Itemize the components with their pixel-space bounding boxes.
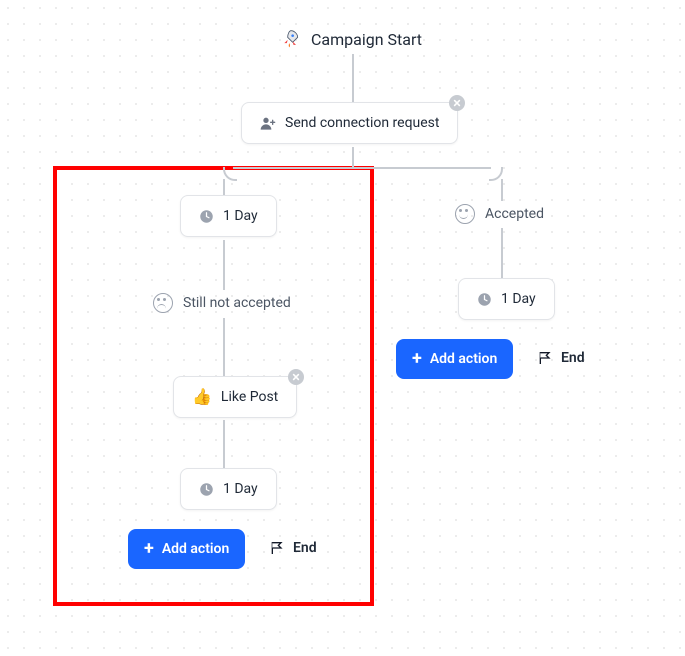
status-not-accepted-label: Still not accepted [183,295,291,311]
node-delay-left-2-label: 1 Day [223,481,258,497]
node-send-request-label: Send connection request [285,115,439,131]
connector [352,54,354,102]
node-delay-left-1-label: 1 Day [223,208,258,224]
connector [352,147,354,167]
flow-canvas: Campaign Start Send connection request 1… [0,0,685,656]
connector [223,318,225,376]
add-action-right-label: Add action [430,351,498,367]
status-accepted-label: Accepted [485,206,544,222]
status-accepted: Accepted [455,204,544,224]
rocket-icon [281,29,301,49]
add-action-left-label: Add action [162,541,230,557]
connector [223,240,225,290]
connector [233,167,491,169]
add-action-button-left[interactable]: + Add action [128,529,245,569]
node-like-post[interactable]: 👍 Like Post [173,376,297,418]
end-button-left[interactable]: End [269,540,317,556]
connector [501,228,503,278]
campaign-start-label: Campaign Start [311,30,422,49]
clock-icon [477,292,492,307]
node-send-request[interactable]: Send connection request [241,102,458,144]
clock-icon [199,482,214,497]
end-right-label: End [561,350,585,366]
plus-icon: + [144,542,154,556]
node-delay-left-2[interactable]: 1 Day [180,468,277,510]
end-button-right[interactable]: End [537,350,585,366]
thumbs-up-icon: 👍 [192,389,212,405]
smile-icon [455,204,475,224]
node-delay-left-1[interactable]: 1 Day [180,195,277,237]
node-delay-right-label: 1 Day [501,291,536,307]
connector [223,179,225,195]
close-icon[interactable] [449,95,465,111]
add-user-icon [260,115,276,131]
close-icon[interactable] [288,369,304,385]
campaign-start: Campaign Start [281,29,422,49]
flag-icon [269,540,285,556]
connector [223,420,225,468]
status-not-accepted: Still not accepted [153,293,291,313]
add-action-button-right[interactable]: + Add action [396,339,513,379]
connector [501,179,503,201]
node-like-post-label: Like Post [221,389,278,405]
connector-corner [223,167,237,181]
node-delay-right[interactable]: 1 Day [458,278,555,320]
flag-icon [537,350,553,366]
plus-icon: + [412,352,422,366]
end-left-label: End [293,540,317,556]
frown-icon [153,293,173,313]
clock-icon [199,209,214,224]
